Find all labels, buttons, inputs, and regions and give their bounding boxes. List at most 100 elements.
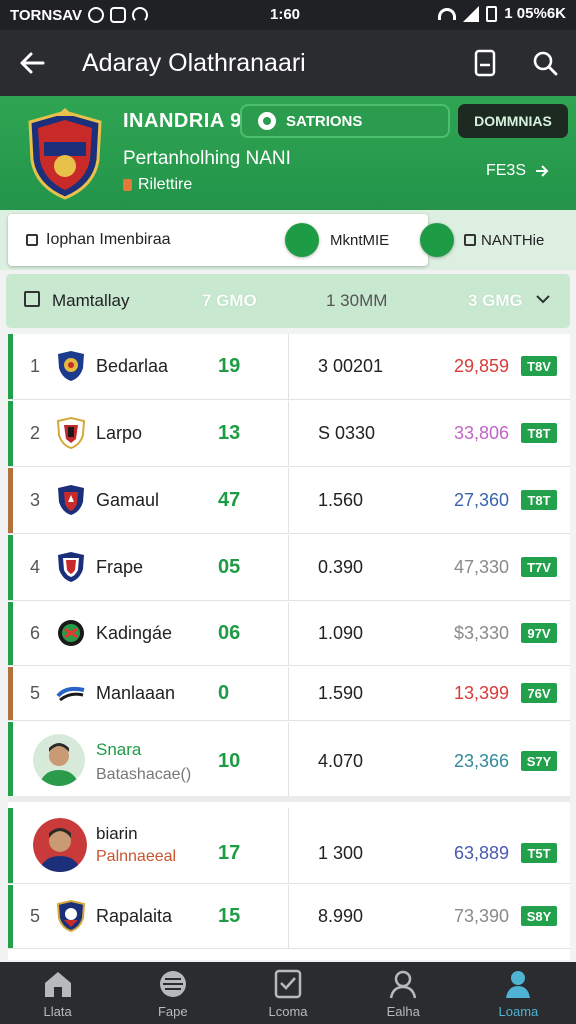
row-accent [8,808,13,883]
nav-item-fape[interactable]: Fape [115,962,230,1024]
row-rank: 5 [30,683,41,703]
checkbox-icon [464,234,476,246]
row-tag: T5T [521,843,557,863]
nav-item-loama[interactable]: Loama [461,962,576,1024]
signal-icon [463,5,480,22]
row-score: 23,366 [454,751,510,771]
battery-icon [486,5,498,22]
nav-label: Fape [157,1003,188,1019]
profile-icon [506,970,531,998]
row-divider [288,722,289,796]
row-accent [8,885,13,948]
battery-label: 1 05%6K [504,5,566,22]
row-tag: T7V [521,557,557,577]
nav-item-home[interactable]: Llata [0,962,115,1024]
headphones-icon [131,7,148,23]
stat-chip[interactable]: SATRIONS [240,104,450,138]
summary-row[interactable]: Mamtallay 7 GMO 1 30MM 3 GMG [6,274,570,328]
nav-item-ealha[interactable]: Ealha [346,962,461,1024]
table-row[interactable]: 1 Bedarlaa 19 3 00201 29,859 T8V [8,334,570,400]
sync-icon [87,7,104,23]
row-divider [288,667,289,720]
club-logo-icon [56,900,86,932]
row-name-secondary: Batashacae() [96,766,192,783]
row-rank: 5 [30,906,41,926]
player-avatar [33,734,85,786]
toggle-two-label[interactable]: NANTHie [481,232,544,249]
row-played: 05 [218,556,241,578]
row-tag: 76V [521,683,557,703]
table-row[interactable]: 6 Kadingáe 06 1.090 $3,330 97V [8,602,570,666]
arrow-left-icon [20,52,45,74]
row-tag: 97V [521,623,557,643]
table-row[interactable]: 4 Frape 05 0.390 47,330 T7V [8,535,570,601]
row-score: 73,390 [454,906,510,926]
team-header: INANDRIA 9 SATRIONS DOMMNIAS Pertanholhi… [0,96,576,210]
table-row[interactable]: 5 Manlaaan 0 1.590 13,399 76V [8,667,570,721]
player-avatar [33,818,87,872]
nav-item-lcoma[interactable]: Lcoma [230,962,345,1024]
row-accent [8,535,13,600]
row-name-secondary: Palnnaeeal [96,848,177,865]
status-bar: TORNSAV 1:60 1 05%6K [0,0,576,30]
check-icon [274,969,302,998]
table-row[interactable]: Snara Batashacae() 10 4.070 23,366 S7Y [8,722,570,802]
row-score: 33,806 [454,423,510,443]
club-logo-icon [58,485,84,515]
row-divider [288,334,289,399]
row-stat: 1 300 [318,843,364,863]
nav-label: Ealha [386,1003,420,1019]
row-name: Frape [96,557,144,577]
row-accent [8,334,13,399]
dark-chip[interactable]: DOMMNIAS [458,104,568,138]
row-accent [8,602,13,665]
nav-label: Loama [498,1003,539,1019]
search-button[interactable] [526,44,564,82]
club-logo-icon [58,620,84,646]
row-divider [288,602,289,665]
club-logo-icon [58,552,84,582]
row-name: Manlaaan [96,683,176,703]
row-stat: 1.560 [318,490,364,510]
row-score: $3,330 [454,623,510,643]
standings-table: 1 Bedarlaa 19 3 00201 29,859 T8V 2 Larpo… [8,334,570,960]
status-dot-icon [123,179,132,191]
row-played: 10 [218,750,241,772]
row-rank: 2 [30,423,41,443]
row-tag: S8Y [521,906,557,926]
toggle-one[interactable] [285,223,319,257]
table-row[interactable]: 3 Gamaul 47 1.560 27,360 T8T [8,468,570,534]
summary-value-c: 3 GMG [468,291,523,310]
follow-link[interactable]: FE3S [486,162,550,180]
table-row[interactable]: 2 Larpo 13 S 0330 33,806 T8T [8,401,570,467]
row-score: 63,889 [454,843,510,863]
club-logo-icon [56,686,85,702]
row-stat: 3 00201 [318,356,384,376]
toggle-one-label[interactable]: MkntMIE [330,232,389,249]
row-score: 47,330 [454,557,510,577]
app-notification-icon [109,7,126,23]
row-played: 15 [218,905,241,927]
row-name: Bedarlaa [96,356,169,376]
table-row[interactable]: 5 Rapalaita 15 8.990 73,390 S8Y [8,885,570,949]
table-row[interactable]: biarin Palnnaeeal 17 1 300 63,889 T5T [8,808,570,884]
app-bar: Adaray Olathranaari [0,30,576,96]
person-icon [389,970,417,998]
bottom-nav: Llata Fape Lcoma Ealha Loama [0,962,576,1024]
row-name: Larpo [96,423,143,443]
row-divider [288,401,289,466]
row-stat: 4.070 [318,751,364,771]
grid-icon [24,291,40,307]
document-button[interactable] [466,44,504,82]
filter-label: Iophan Imenbiraa [46,231,171,248]
row-divider [288,808,289,883]
row-accent [8,401,13,466]
ball-icon [159,970,186,997]
row-divider [288,885,289,948]
club-logo-icon [58,351,84,381]
toggle-two[interactable] [420,223,454,257]
back-button[interactable] [0,30,64,96]
row-accent [8,722,13,796]
row-tag: T8T [521,423,557,443]
page-title: Adaray Olathranaari [82,48,306,77]
